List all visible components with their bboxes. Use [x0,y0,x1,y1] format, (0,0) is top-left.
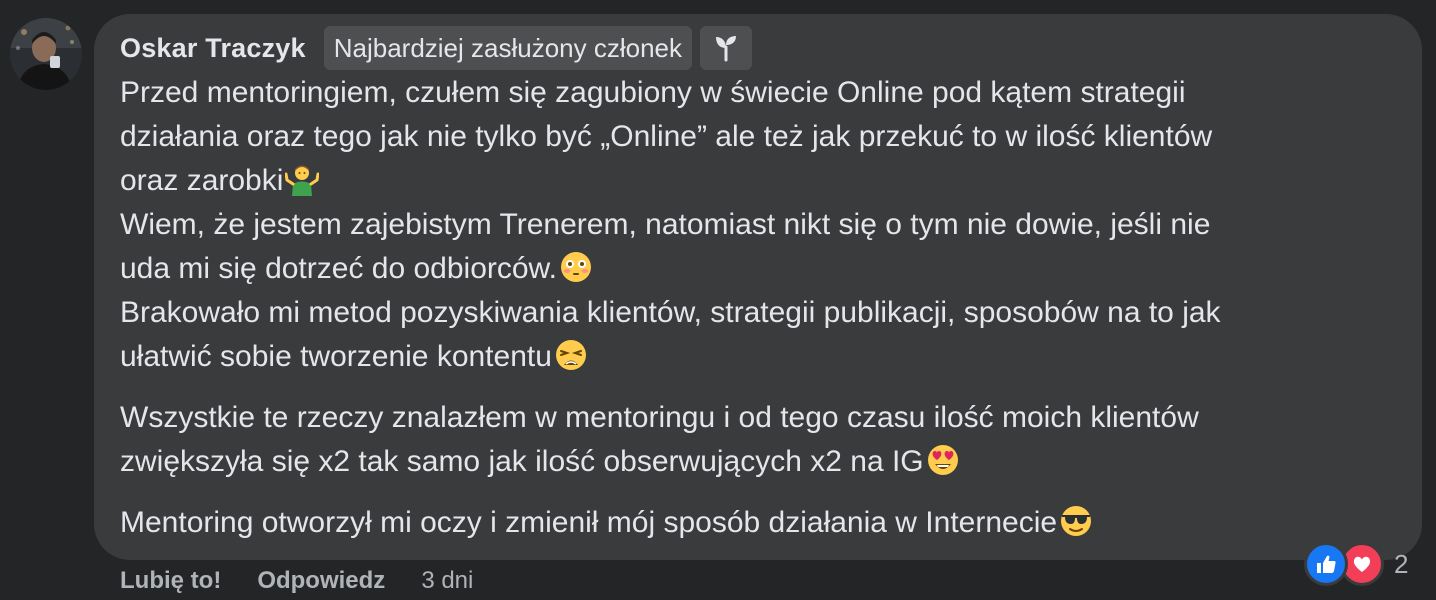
comment-paragraph: Wiem, że jestem zajebistym Trenerem, nat… [120,203,1380,291]
comment: Oskar Traczyk Najbardziej zasłużony czło… [0,0,1436,600]
avatar-photo [10,18,82,90]
heart-eyes-emoji [927,445,958,475]
comment-paragraph: Wszystkie te rzeczy znalazłem w mentorin… [120,396,1380,484]
like-icon [1304,542,1348,586]
text-line: Brakowało mi metod pozyskiwania klientów… [120,296,1221,329]
comment-timestamp[interactable]: 3 dni [421,567,473,595]
text-line: ułatwić sobie tworzenie kontentu [120,340,552,373]
text-line: Wiem, że jestem zajebistym Trenerem, nat… [120,208,1211,241]
text-line: zwiększyła się x2 tak samo jak ilość obs… [120,445,924,478]
sprout-icon[interactable] [700,26,753,70]
text-line: Przed mentoringiem, czułem się zagubiony… [120,76,1186,109]
text-line: Wszystkie te rzeczy znalazłem w mentorin… [120,401,1199,434]
like-button[interactable]: Lubię to! [120,567,221,595]
comment-paragraph: Brakowało mi metod pozyskiwania klientów… [120,291,1380,379]
reaction-count: 2 [1394,548,1409,579]
comment-text: Przed mentoringiem, czułem się zagubiony… [120,71,1380,545]
author-name[interactable]: Oskar Traczyk [120,33,306,64]
text-line: oraz zarobki [120,164,284,197]
member-badge[interactable]: Najbardziej zasłużony członek [323,26,693,70]
comment-actions: Lubię to! Odpowiedz 3 dni [120,563,473,599]
text-line: Mentoring otworzył mi oczy i zmienił mój… [120,506,1058,539]
comment-paragraph: Mentoring otworzył mi oczy i zmienił mój… [120,501,1380,545]
comment-header: Oskar Traczyk Najbardziej zasłużony czło… [120,26,753,70]
reactions-summary[interactable]: 2 [1304,540,1408,588]
reply-button[interactable]: Odpowiedz [257,567,385,595]
sunglasses-face-emoji [1061,506,1092,536]
comment-paragraph: Przed mentoringiem, czułem się zagubiony… [120,71,1380,203]
text-line: uda mi się dotrzeć do odbiorców. [120,252,557,285]
person-shrugging-emoji [285,165,320,196]
text-line: działania oraz tego jak nie tylko być „O… [120,120,1213,153]
avatar[interactable] [10,18,82,90]
flushed-face-emoji [560,252,591,282]
weary-face-emoji [555,340,586,370]
